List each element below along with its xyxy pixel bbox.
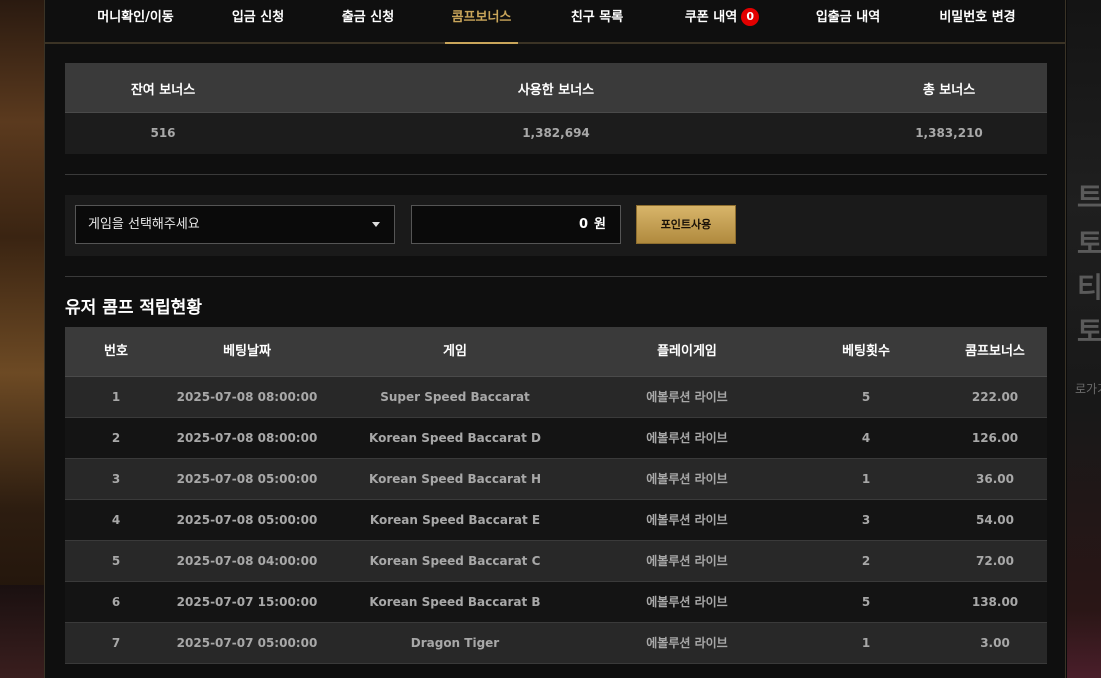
table-cell: 72.00 — [976, 554, 1014, 568]
header-cell: 베팅날짜 — [223, 344, 271, 359]
table-cell: 7 — [111, 636, 121, 650]
table-cell: 2 — [861, 554, 871, 568]
table-cell: 3 — [861, 513, 871, 527]
table-row: 7 2025-07-07 05:00:00 Dragon Tiger 에볼루션 라이브… — [65, 623, 1047, 664]
header-cell: 콤프보너스 — [965, 344, 1025, 359]
header-cell: 게임 — [443, 344, 467, 359]
table-cell: Dragon Tiger — [410, 636, 500, 650]
table-cell: 에볼루션 라이브 — [646, 431, 728, 445]
table-row: 6 2025-07-07 15:00:00 Korean Speed Baccara… — [65, 582, 1047, 623]
table-cell: Super Speed Baccarat — [380, 390, 530, 404]
table-cell: 에볼루션 라이브 — [646, 636, 728, 650]
table-cell: 2025-07-08 08:00:00 — [176, 390, 318, 404]
tab-money-check[interactable]: 머니확인/이동 — [93, 0, 178, 42]
summary-header-cell: 총 보너스 — [922, 83, 976, 98]
table-cell: 5 — [861, 390, 871, 404]
table-cell: 126.00 — [971, 431, 1019, 445]
table-cell: 3.00 — [980, 636, 1010, 650]
tab-deposit[interactable]: 입금 신청 — [228, 0, 288, 42]
use-points-button[interactable]: 포인트사용 — [636, 205, 736, 244]
table-cell: 2025-07-08 04:00:00 — [176, 554, 318, 568]
summary-values: 516 1,382,694 1,383,210 — [65, 113, 1047, 154]
table-cell: 2025-07-07 05:00:00 — [176, 636, 318, 650]
remaining-bonus-value: 516 — [150, 126, 176, 140]
table-cell: 36.00 — [976, 472, 1014, 486]
table-cell: Korean Speed Baccarat E — [369, 513, 541, 527]
tab-friends[interactable]: 친구 목록 — [567, 0, 627, 42]
table-row: 3 2025-07-08 05:00:00 Korean Speed Baccara… — [65, 459, 1047, 500]
table-cell: 에볼루션 라이브 — [646, 513, 728, 527]
tab-change-password[interactable]: 비밀번호 변경 — [935, 0, 1020, 42]
header-cell: 베팅횟수 — [842, 344, 890, 359]
table-cell: 에볼루션 라이브 — [646, 472, 728, 486]
table-cell: 2 — [111, 431, 121, 445]
table-cell: Korean Speed Baccarat H — [368, 472, 542, 486]
table-cell: 138.00 — [971, 595, 1019, 609]
table-cell: 2025-07-07 15:00:00 — [176, 595, 318, 609]
table-cell: 2025-07-08 05:00:00 — [176, 472, 318, 486]
section-title: 유저 콤프 적립현황 — [65, 298, 202, 318]
game-select[interactable]: 게임을 선택해주세요 — [75, 205, 395, 244]
coupon-count-badge: 0 — [741, 8, 760, 26]
table-row: 5 2025-07-08 04:00:00 Korean Speed Baccara… — [65, 541, 1047, 582]
table-row: 2 2025-07-08 08:00:00 Korean Speed Baccara… — [65, 418, 1047, 459]
table-cell: 1 — [861, 472, 871, 486]
total-bonus-value: 1,383,210 — [915, 126, 983, 140]
mypage-panel: 머니확인/이동 입금 신청 출금 신청 콤프보너스 친구 목록 쿠폰 내역 0 입… — [44, 0, 1066, 678]
used-bonus-value: 1,382,694 — [522, 126, 590, 140]
amount-input[interactable]: 0원 — [411, 205, 621, 244]
point-use-form: 게임을 선택해주세요 0원 포인트사용 — [65, 195, 1047, 256]
bg-glyph: 토 — [1077, 227, 1101, 260]
table-cell: Korean Speed Baccarat D — [369, 431, 541, 445]
tab-withdraw[interactable]: 출금 신청 — [338, 0, 398, 42]
table-cell: 222.00 — [971, 390, 1019, 404]
table-cell: 1 — [111, 390, 121, 404]
tab-transactions[interactable]: 입출금 내역 — [813, 0, 883, 42]
table-cell: 4 — [861, 431, 871, 445]
summary-header-cell: 사용한 보너스 — [517, 83, 595, 98]
table-cell: 3 — [111, 472, 121, 486]
divider — [65, 174, 1047, 175]
tab-bar: 머니확인/이동 입금 신청 출금 신청 콤프보너스 친구 목록 쿠폰 내역 0 입… — [45, 0, 1065, 44]
divider — [65, 276, 1047, 277]
summary-header: 잔여 보너스 사용한 보너스 총 보너스 — [65, 63, 1047, 113]
table-cell: Korean Speed Baccarat B — [369, 595, 541, 609]
bg-glyph: 토 — [1077, 315, 1101, 348]
table-cell: 5 — [861, 595, 871, 609]
table-cell: 에볼루션 라이브 — [646, 554, 728, 568]
table-cell: 에볼루션 라이브 — [646, 390, 728, 404]
table-cell: 에볼루션 라이브 — [646, 595, 728, 609]
tab-comp-bonus[interactable]: 콤프보너스 — [445, 0, 518, 44]
table-cell: 54.00 — [976, 513, 1014, 527]
bg-glyph: 트 — [1077, 181, 1101, 214]
header-cell: 번호 — [104, 344, 128, 359]
summary-header-cell: 잔여 보너스 — [130, 83, 196, 98]
bg-glyph: 티 — [1077, 271, 1101, 304]
table-cell: 1 — [861, 636, 871, 650]
tab-coupons[interactable]: 쿠폰 내역 0 — [677, 0, 767, 42]
table-cell: 2025-07-08 08:00:00 — [176, 431, 318, 445]
bonus-summary-table: 잔여 보너스 사용한 보너스 총 보너스 516 1,382,694 1,383… — [65, 63, 1047, 154]
comp-history-table: 번호 베팅날짜 게임 플레이게임 베팅횟수 콤프보너스 1 2025-07-08 … — [65, 327, 1047, 664]
table-row: 1 2025-07-08 08:00:00 Super Speed Baccarat… — [65, 377, 1047, 418]
table-cell: 6 — [111, 595, 121, 609]
background-art-left — [0, 0, 44, 678]
caret-down-icon — [372, 222, 380, 227]
header-cell: 플레이게임 — [657, 344, 717, 359]
table-cell: Korean Speed Baccarat C — [369, 554, 541, 568]
table-cell: 4 — [111, 513, 121, 527]
table-row: 4 2025-07-08 05:00:00 Korean Speed Baccara… — [65, 500, 1047, 541]
bg-small-text: 로가기 — [1075, 382, 1101, 396]
table-cell: 2025-07-08 05:00:00 — [176, 513, 318, 527]
table-cell: 5 — [111, 554, 121, 568]
comp-table-header: 번호 베팅날짜 게임 플레이게임 베팅횟수 콤프보너스 — [65, 327, 1047, 377]
background-art-right: 트 토 티 토 로가기 — [1067, 0, 1101, 678]
